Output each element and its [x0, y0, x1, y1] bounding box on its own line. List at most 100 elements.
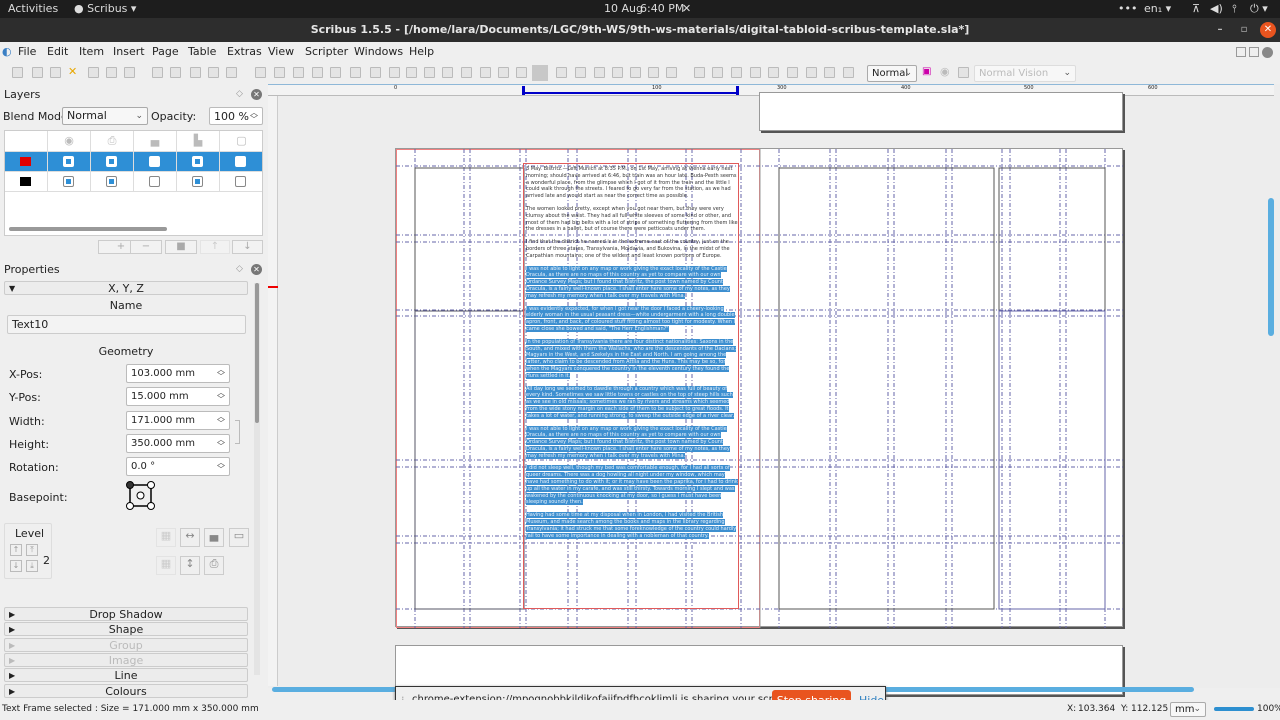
- shape-tool-icon[interactable]: [350, 67, 361, 78]
- render-frame-tool-icon[interactable]: [312, 67, 323, 78]
- xyz-section-header[interactable]: ▼ X, Y, Z: [4, 281, 248, 295]
- properties-scrollbar-thumb[interactable]: [255, 283, 259, 423]
- paste-icon[interactable]: [226, 67, 237, 78]
- raise-level-icon[interactable]: ↑: [10, 544, 22, 556]
- spiral-tool-icon[interactable]: [406, 67, 417, 78]
- pdf-radio-icon[interactable]: [731, 67, 742, 78]
- link-frames-icon[interactable]: [575, 67, 586, 78]
- microphone-icon[interactable]: ⫯: [1232, 2, 1237, 16]
- layer-flow-checkbox[interactable]: [192, 176, 203, 187]
- layer-printable-checkbox[interactable]: [106, 176, 117, 187]
- close-layers-panel-icon[interactable]: ✕: [251, 89, 262, 100]
- table-tool-icon[interactable]: [330, 67, 341, 78]
- pdf-pushbutton-icon[interactable]: [694, 67, 705, 78]
- float-panel-icon[interactable]: ◇: [236, 264, 243, 274]
- page-spread[interactable]: [395, 148, 1124, 628]
- layer-row[interactable]: [5, 172, 262, 192]
- raise-to-top-icon[interactable]: ⤒: [26, 544, 38, 556]
- flip-vertical-icon[interactable]: ↕: [180, 556, 200, 575]
- raise-layer-button[interactable]: ↑: [200, 240, 230, 254]
- page-top-right[interactable]: [759, 92, 1123, 131]
- zoom-tool-icon[interactable]: [516, 67, 527, 78]
- pdf-link-icon[interactable]: [824, 67, 835, 78]
- locked-column-lock-icon[interactable]: ▄: [134, 131, 177, 151]
- arc-tool-icon[interactable]: [389, 67, 400, 78]
- layer-flow-checkbox[interactable]: [192, 156, 203, 167]
- preview-mode-select[interactable]: Normal ⌄: [867, 65, 917, 82]
- redo-icon[interactable]: [170, 67, 181, 78]
- printing-enabled-icon[interactable]: ⎙: [204, 556, 224, 575]
- section-line[interactable]: ▶ Line: [4, 668, 248, 683]
- menu-scripter[interactable]: Scripter: [305, 45, 348, 58]
- flip-horizontal-icon[interactable]: ↔: [180, 528, 200, 547]
- select-tool-icon[interactable]: [255, 67, 266, 78]
- menu-view[interactable]: View: [268, 45, 294, 58]
- eyedropper-icon[interactable]: [648, 67, 659, 78]
- measure-tool-icon[interactable]: [612, 67, 623, 78]
- volume-icon[interactable]: ◀): [1210, 2, 1223, 15]
- new-document-icon[interactable]: [12, 67, 23, 78]
- edit-in-preview-icon[interactable]: [958, 67, 969, 78]
- float-panel-icon[interactable]: ◇: [236, 89, 243, 99]
- vision-mode-select[interactable]: Normal Vision ⌄: [974, 65, 1076, 82]
- pdf-annotation-icon[interactable]: [806, 67, 817, 78]
- menu-insert[interactable]: Insert: [113, 45, 145, 58]
- keep-ratio-chain-icon[interactable]: [235, 420, 240, 444]
- lock-size-icon[interactable]: ▭: [229, 528, 249, 547]
- layer-row[interactable]: [5, 152, 262, 172]
- delete-layer-button[interactable]: −: [130, 240, 162, 254]
- menu-help[interactable]: Help: [409, 45, 434, 58]
- layer-visible-checkbox[interactable]: [63, 176, 74, 187]
- mdi-minimize-button[interactable]: [1236, 47, 1246, 57]
- unlink-frames-icon[interactable]: [594, 67, 605, 78]
- color-management-icon[interactable]: ▣: [922, 66, 931, 77]
- ungroup-items-icon[interactable]: ▦: [156, 556, 176, 575]
- pdf-3d-icon[interactable]: [843, 67, 854, 78]
- duplicate-layer-button[interactable]: ■: [165, 240, 197, 254]
- polygon-tool-icon[interactable]: [370, 67, 381, 78]
- save-icon[interactable]: [50, 67, 61, 78]
- canvas-vertical-scrollbar[interactable]: [1268, 198, 1274, 336]
- outline-column-icon[interactable]: ▢: [220, 131, 263, 151]
- print-icon[interactable]: [88, 67, 99, 78]
- minimize-button[interactable]: –: [1212, 22, 1228, 38]
- layer-printable-checkbox[interactable]: [106, 156, 117, 167]
- close-document-icon[interactable]: ✕: [68, 65, 77, 78]
- text-frame-content[interactable]: 3 May. Bistritz.—Left Munich at 8:35 P.M…: [526, 166, 738, 608]
- visible-column-eye-icon[interactable]: ◉: [48, 131, 91, 151]
- item-name-field[interactable]: Text10: [7, 315, 246, 334]
- bezier-tool-icon[interactable]: [442, 67, 453, 78]
- basepoint-selector-icon[interactable]: [126, 480, 156, 512]
- lock-item-icon[interactable]: ▄: [204, 528, 224, 547]
- mdi-close-button[interactable]: [1262, 47, 1273, 58]
- pdf-checkbox-icon[interactable]: [712, 67, 723, 78]
- layer-locked-checkbox[interactable]: [149, 176, 160, 187]
- text-flow-column-icon[interactable]: ▙: [177, 131, 220, 151]
- copy-icon[interactable]: [208, 67, 219, 78]
- selected-text-frame[interactable]: 3 May. Bistritz.—Left Munich at 8:35 P.M…: [523, 163, 739, 609]
- unit-select[interactable]: mm ⌄: [1170, 702, 1206, 717]
- freehand-tool-icon[interactable]: [461, 67, 472, 78]
- menu-edit[interactable]: Edit: [47, 45, 68, 58]
- height-spinbox[interactable]: 350.000 mm ︿ ﹀: [126, 434, 230, 453]
- pdf-combobox-icon[interactable]: [768, 67, 779, 78]
- menu-file[interactable]: File: [18, 45, 36, 58]
- opacity-spinbox[interactable]: 100 % ︿ ﹀: [209, 107, 263, 125]
- vertical-ruler[interactable]: [268, 96, 278, 686]
- layer-visible-checkbox[interactable]: [63, 156, 74, 167]
- edit-contents-icon[interactable]: [532, 65, 548, 81]
- cut-icon[interactable]: [190, 67, 201, 78]
- preflight-icon[interactable]: [106, 67, 117, 78]
- power-icon[interactable]: ⏻ ▾: [1250, 2, 1268, 16]
- close-window-button[interactable]: ✕: [1260, 22, 1276, 38]
- layers-horizontal-scrollbar[interactable]: [9, 227, 167, 231]
- xpos-spinbox[interactable]: 103.000 mm ︿ ﹀: [126, 364, 230, 383]
- layer-outline-checkbox[interactable]: [235, 156, 246, 167]
- section-colours[interactable]: ▶ Colours: [4, 683, 248, 698]
- layer-color-swatch[interactable]: [20, 157, 31, 166]
- layer-color-swatch[interactable]: [20, 177, 31, 186]
- text-frame-tool-icon[interactable]: [274, 67, 285, 78]
- blend-mode-select[interactable]: Normal ⌄: [62, 107, 148, 125]
- menu-windows[interactable]: Windows: [354, 45, 403, 58]
- line-tool-icon[interactable]: [424, 67, 435, 78]
